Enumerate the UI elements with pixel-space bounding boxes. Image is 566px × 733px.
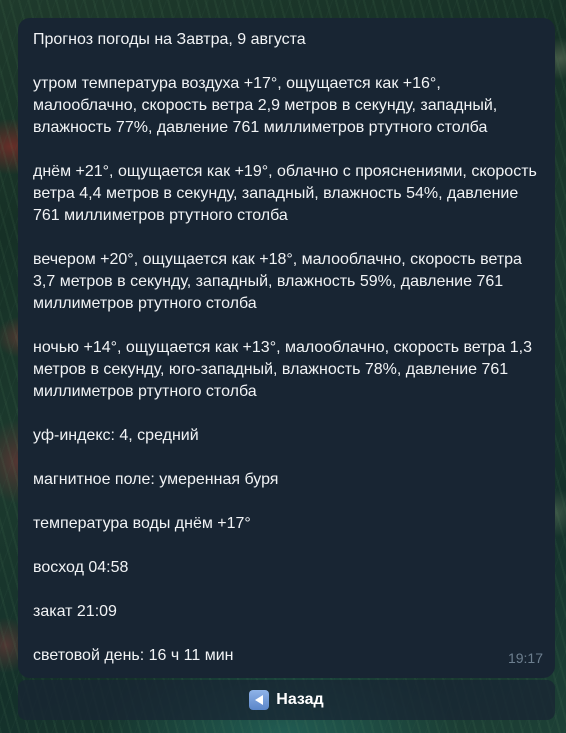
back-arrow-icon — [249, 690, 270, 710]
message-bubble: Прогноз погоды на Завтра, 9 августа утро… — [18, 18, 555, 678]
forecast-title: Прогноз погоды на Завтра, 9 августа — [33, 31, 306, 48]
forecast-evening: вечером +20°, ощущается как +18°, малооб… — [33, 251, 522, 312]
back-button[interactable]: Назад — [18, 680, 555, 720]
uv-index: уф-индекс: 4, средний — [33, 427, 199, 444]
sunset: закат 21:09 — [33, 603, 117, 620]
forecast-night: ночью +14°, ощущается как +13°, малообла… — [33, 339, 532, 400]
forecast-morning: утром температура воздуха +17°, ощущаетс… — [33, 75, 498, 136]
daylight-duration: световой день: 16 ч 11 мин — [33, 647, 234, 664]
magnetic-field: магнитное поле: умеренная буря — [33, 471, 279, 488]
forecast-day: днём +21°, ощущается как +19°, облачно с… — [33, 163, 537, 224]
back-button-label: Назад — [276, 691, 324, 708]
water-temperature: температура воды днём +17° — [33, 515, 251, 532]
sunrise: восход 04:58 — [33, 559, 129, 576]
message-timestamp: 19:17 — [507, 650, 543, 666]
